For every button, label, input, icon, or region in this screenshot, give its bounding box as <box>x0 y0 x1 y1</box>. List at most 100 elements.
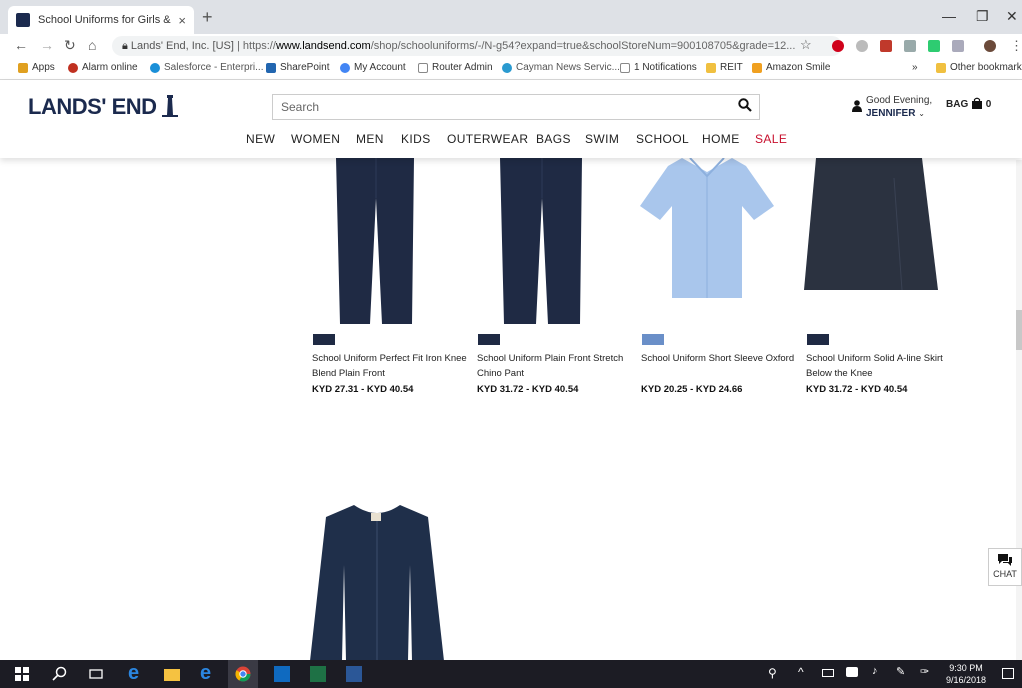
pen-icon[interactable]: ✎ <box>896 665 905 678</box>
product-price: KYD 31.72 - KYD 40.54 <box>806 384 908 395</box>
menu-kebab-icon[interactable]: ⋮ <box>1010 38 1022 54</box>
windows-start-icon[interactable] <box>14 666 30 682</box>
chat-button[interactable]: CHAT <box>988 548 1022 586</box>
minimize-button[interactable]: — <box>942 8 956 24</box>
bookmark-amazon-smile[interactable]: Amazon Smile <box>752 62 830 73</box>
bookmark-notifications[interactable]: 1 Notifications <box>620 62 697 73</box>
bookmark-other-bookmarks[interactable]: Other bookmarks <box>936 62 1022 73</box>
extension-icon[interactable] <box>880 40 892 52</box>
nav-new[interactable]: NEW <box>246 132 275 146</box>
people-icon[interactable]: ⚲ <box>768 666 777 680</box>
bookmark-star-icon[interactable]: ☆ <box>800 37 812 53</box>
bookmark-reit[interactable]: REIT <box>706 62 743 73</box>
back-arrow-icon[interactable]: ← <box>14 37 28 53</box>
profile-avatar[interactable] <box>984 40 996 52</box>
color-swatch[interactable] <box>478 334 500 345</box>
excel-icon[interactable] <box>310 666 326 682</box>
user-icon <box>852 100 862 112</box>
bookmarks-overflow-button[interactable]: » <box>912 62 918 73</box>
chevron-down-icon: ⌄ <box>918 109 925 118</box>
nav-school[interactable]: SCHOOL <box>636 132 689 146</box>
home-icon[interactable]: ⌂ <box>88 37 96 53</box>
bookmark-apps[interactable]: Apps <box>18 62 55 73</box>
extension-icon[interactable] <box>952 40 964 52</box>
product-image-a-line-skirt[interactable] <box>802 158 940 294</box>
product-title[interactable]: School Uniform Short Sleeve Oxford <box>641 351 801 366</box>
nav-kids[interactable]: KIDS <box>401 132 431 146</box>
chevron-up-icon[interactable]: ^ <box>798 665 804 679</box>
tab-close-icon[interactable]: × <box>178 13 186 28</box>
account-greeting[interactable]: Good Evening, JENNIFER ⌄ <box>866 94 932 120</box>
chrome-icon <box>235 666 251 682</box>
nav-sale[interactable]: SALE <box>755 132 787 146</box>
extension-icon[interactable] <box>928 40 940 52</box>
product-title[interactable]: School Uniform Perfect Fit Iron Knee Ble… <box>312 351 472 381</box>
internet-explorer-icon[interactable]: e <box>200 662 216 684</box>
browser-tab[interactable]: School Uniforms for Girls & Boys × <box>8 6 194 34</box>
landsend-favicon-icon <box>16 13 30 27</box>
word-icon[interactable] <box>346 666 362 682</box>
product-title[interactable]: School Uniform Solid A-line Skirt Below … <box>806 351 966 381</box>
new-tab-button[interactable]: + <box>202 7 213 28</box>
site-header: LANDS' END Search Good Evening, JENNIFER… <box>0 80 1022 158</box>
globe-icon <box>502 62 512 73</box>
nav-bags[interactable]: BAGS <box>536 132 571 146</box>
bookmark-sharepoint[interactable]: SharePoint <box>266 62 329 73</box>
taskbar-active-chrome[interactable] <box>228 660 258 688</box>
color-swatch[interactable] <box>313 334 335 345</box>
chat-bubble-icon <box>998 554 1012 566</box>
search-icon[interactable] <box>52 666 68 682</box>
task-view-icon[interactable] <box>88 666 104 682</box>
bookmark-cayman-news[interactable]: Cayman News Servic... <box>502 62 620 73</box>
url-scheme: https:// <box>242 40 276 52</box>
product-image-cardigan[interactable] <box>310 505 444 661</box>
ink-icon[interactable]: ✑ <box>920 665 929 678</box>
taskbar-clock[interactable]: 9:30 PM 9/16/2018 <box>946 662 986 686</box>
reload-icon[interactable]: ↻ <box>64 37 76 54</box>
sharepoint-icon <box>266 62 276 73</box>
nav-swim[interactable]: SWIM <box>585 132 619 146</box>
landsend-logo[interactable]: LANDS' END <box>28 94 179 120</box>
forward-arrow-icon[interactable]: → <box>40 37 54 53</box>
nav-men[interactable]: MEN <box>356 132 384 146</box>
bookmark-alarm-online[interactable]: Alarm online <box>68 62 138 73</box>
volume-icon[interactable]: ♪ <box>872 665 878 677</box>
url-separator: | <box>236 40 240 52</box>
battery-icon[interactable] <box>822 669 834 677</box>
bookmark-router-admin[interactable]: Router Admin <box>418 62 493 73</box>
address-bar[interactable]: 🔒︎ Lands' End, Inc. [US] | https://www.l… <box>112 36 842 56</box>
scrollbar-thumb[interactable] <box>1016 310 1022 350</box>
edge-icon[interactable]: e <box>128 662 144 684</box>
search-input[interactable]: Search <box>272 94 760 120</box>
extension-icon[interactable] <box>904 40 916 52</box>
product-image-chino-pant[interactable] <box>496 158 586 328</box>
browser-toolbar: ← → ↻ ⌂ 🔒︎ Lands' End, Inc. [US] | https… <box>0 34 1022 58</box>
bookmark-salesforce[interactable]: Salesforce - Enterpri... <box>150 62 263 73</box>
apps-grid-icon <box>18 62 28 73</box>
color-swatch[interactable] <box>807 334 829 345</box>
bookmark-my-account[interactable]: My Account <box>340 62 406 73</box>
notification-center-icon[interactable] <box>1002 668 1014 679</box>
nav-women[interactable]: WOMEN <box>291 132 340 146</box>
pinterest-extension-icon[interactable] <box>832 40 844 52</box>
product-image-oxford-shirt[interactable] <box>638 158 776 300</box>
network-icon[interactable] <box>846 667 858 677</box>
search-icon[interactable] <box>738 98 752 112</box>
file-explorer-icon[interactable] <box>164 669 180 681</box>
extension-icon[interactable] <box>856 40 868 52</box>
maximize-button[interactable]: ❐ <box>976 8 989 25</box>
bag-icon <box>972 97 983 109</box>
bag-count: 0 <box>985 99 992 110</box>
tab-title: School Uniforms for Girls & Boys <box>38 14 172 26</box>
product-title[interactable]: School Uniform Plain Front Stretch Chino… <box>477 351 637 381</box>
lighthouse-logo-icon <box>162 95 179 117</box>
nav-home[interactable]: HOME <box>702 132 740 146</box>
nav-outerwear[interactable]: OUTERWEAR <box>447 132 528 146</box>
page-icon <box>418 62 428 73</box>
shopping-bag-button[interactable]: BAG 0 <box>946 97 991 110</box>
color-swatch[interactable] <box>642 334 664 345</box>
amazon-icon <box>752 62 762 73</box>
close-window-button[interactable]: ✕ <box>1006 8 1018 25</box>
outlook-icon[interactable] <box>274 666 290 682</box>
product-image-iron-knee-pant[interactable] <box>330 158 420 328</box>
